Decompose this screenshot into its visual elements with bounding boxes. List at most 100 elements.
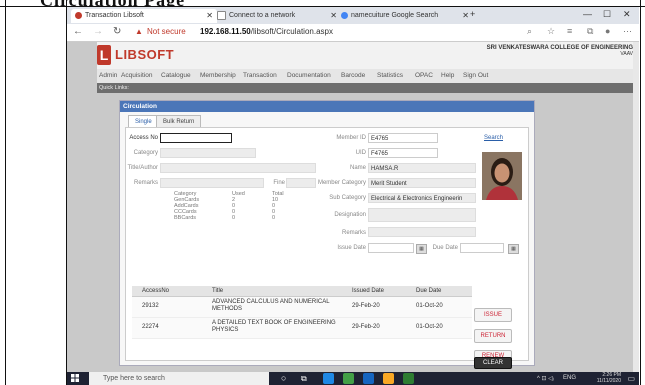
address-bar: ← → ↻ ▲ Not secure 192.168.11.50/libsoft… (67, 24, 639, 42)
cell-issued-date: 29-Feb-20 (352, 303, 380, 309)
member-id-input[interactable]: E4765 (368, 133, 438, 143)
windows-start-icon[interactable] (71, 374, 79, 382)
minimize-icon[interactable]: — (583, 9, 592, 19)
member-id-label: Member ID (336, 135, 366, 141)
return-button[interactable]: RETURN (474, 329, 512, 343)
task-view-icon[interactable]: ⧉ (301, 373, 312, 384)
table-row[interactable]: 29132 ADVANCED CALCULUS AND NUMERICAL ME… (132, 297, 472, 318)
issue-button[interactable]: ISSUE (474, 308, 512, 322)
app-icon[interactable] (403, 373, 414, 384)
menu-statistics[interactable]: Statistics (377, 72, 403, 79)
member-category-label: Member Category (317, 180, 366, 186)
tab-connect-network[interactable]: Connect to a network ✕ (213, 9, 341, 23)
name-field: HAMSA.R (368, 163, 476, 173)
new-tab-button[interactable]: + (470, 9, 475, 19)
menu-sign-out[interactable]: Sign Out (463, 72, 488, 79)
designation-remarks-label: Remarks (341, 230, 366, 236)
tab-transaction-libsoft[interactable]: Transaction Libsoft ✕ (71, 9, 217, 23)
cell-accessno: 29132 (142, 303, 159, 309)
cortana-icon[interactable]: ○ (281, 373, 292, 384)
card-stats: Category Used Total GenCards 2 10 AddCar… (174, 191, 324, 221)
menu-membership[interactable]: Membership (200, 72, 236, 79)
cell-title: ADVANCED CALCULUS AND NUMERICAL METHODS (212, 299, 330, 312)
menu-opac[interactable]: OPAC (415, 72, 433, 79)
designation-field (368, 208, 476, 222)
page-content: L LIBSOFT SRI VENKATESWARA COLLEGE OF EN… (67, 42, 637, 372)
google-icon (341, 11, 348, 19)
system-tray-icons[interactable]: ^ ⊡ ◁ᵢ (537, 375, 554, 382)
menu-admin[interactable]: Admin (99, 72, 117, 79)
table-header: AccessNo Title Issued Date Due Date (132, 286, 472, 297)
taskbar-clock[interactable]: 2:26 PM 11/11/2020 (597, 372, 621, 384)
access-no-input[interactable] (160, 133, 232, 143)
app-menu-bar: Admin Acquisition Catalogue Membership T… (97, 69, 633, 83)
issue-date-label: Issue Date (337, 245, 366, 251)
menu-documentation[interactable]: Documentation (287, 72, 331, 79)
close-window-icon[interactable]: ✕ (623, 9, 631, 20)
taskbar: Type here to search ○ ⧉ ^ ⊡ ◁ᵢ ENG 2:26 … (67, 372, 639, 385)
libsoft-favicon-icon (75, 11, 82, 19)
single-pane: Access No Category Title/Author Remarks … (125, 127, 529, 362)
reload-icon[interactable]: ↻ (113, 26, 121, 37)
category-label: Category (133, 150, 158, 156)
tab-label: Connect to a network (229, 12, 296, 19)
zoom-icon[interactable]: ⌕ (527, 26, 532, 37)
not-secure-label[interactable]: Not secure (147, 27, 186, 36)
file-explorer-icon[interactable] (383, 373, 394, 384)
cell-title: A DETAILED TEXT BOOK OF ENGINEERING PHYS… (212, 320, 336, 333)
taskbar-search-input[interactable]: Type here to search (89, 372, 269, 385)
menu-barcode[interactable]: Barcode (341, 72, 365, 79)
warning-icon: ▲ (135, 27, 143, 36)
collections-icon[interactable]: ⧉ (587, 26, 593, 37)
favorite-star-icon[interactable]: ☆ (547, 26, 555, 37)
close-tab-icon[interactable]: ✕ (206, 9, 213, 23)
title-author-field (160, 163, 316, 173)
access-no-label: Access No (129, 135, 158, 141)
remarks-field (160, 178, 264, 188)
uid-input[interactable]: F4765 (368, 148, 438, 158)
table-row[interactable]: 22274 A DETAILED TEXT BOOK OF ENGINEERIN… (132, 318, 472, 339)
notifications-icon[interactable]: ▭ (627, 374, 635, 383)
forward-icon[interactable]: → (93, 26, 103, 37)
clear-button[interactable]: CLEAR (474, 357, 512, 369)
menu-catalogue[interactable]: Catalogue (161, 72, 191, 79)
college-subtitle: VAAV (620, 51, 633, 57)
maximize-icon[interactable]: ☐ (603, 9, 611, 20)
favorites-bar-icon[interactable]: ≡ (567, 26, 572, 36)
col-title: Title (212, 288, 224, 294)
stats-row: BBCards 0 0 (174, 215, 324, 221)
member-photo-graphic (482, 152, 522, 200)
col-issued-date: Issued Date (352, 288, 385, 294)
cell-issued-date: 29-Feb-20 (352, 324, 380, 330)
more-icon[interactable]: ⋯ (623, 26, 632, 37)
app-banner: L LIBSOFT SRI VENKATESWARA COLLEGE OF EN… (97, 42, 637, 69)
edge-icon[interactable] (323, 373, 334, 384)
circulation-panel: Circulation Single Bulk Return Access No… (119, 100, 535, 369)
issue-date-input[interactable] (368, 243, 414, 253)
due-date-input[interactable] (460, 243, 504, 253)
browser-tab-bar: Transaction Libsoft ✕ Connect to a netwo… (67, 7, 639, 24)
col-due-date: Due Date (416, 288, 442, 294)
url-path: /libsoft/Circulation.aspx (250, 27, 333, 36)
url-field[interactable]: 192.168.11.50/libsoft/Circulation.aspx (200, 27, 333, 36)
page-scrollbar[interactable] (633, 42, 639, 372)
close-tab-icon[interactable]: ✕ (462, 9, 469, 23)
calendar-icon[interactable]: ▦ (508, 244, 519, 254)
menu-transaction[interactable]: Transaction (243, 72, 277, 79)
document-rule-left (5, 0, 6, 385)
chrome-icon[interactable] (343, 373, 354, 384)
menu-help[interactable]: Help (441, 72, 454, 79)
menu-acquisition[interactable]: Acquisition (121, 72, 152, 79)
libsoft-logo-icon: L (97, 45, 111, 65)
profile-icon[interactable]: ● (605, 26, 610, 36)
college-name: SRI VENKATESWARA COLLEGE OF ENGINEERING … (487, 45, 633, 57)
app-logo-text: LIBSOFT (115, 47, 175, 62)
stats-cell: 0 (232, 215, 236, 221)
back-icon[interactable]: ← (73, 26, 83, 37)
designation-remarks-field (368, 227, 476, 237)
search-link[interactable]: Search (484, 135, 503, 141)
close-tab-icon[interactable]: ✕ (330, 9, 337, 23)
store-icon[interactable] (363, 373, 374, 384)
tab-google-search[interactable]: namecuiture Google Search ✕ (337, 9, 473, 23)
language-indicator[interactable]: ENG (563, 375, 576, 381)
